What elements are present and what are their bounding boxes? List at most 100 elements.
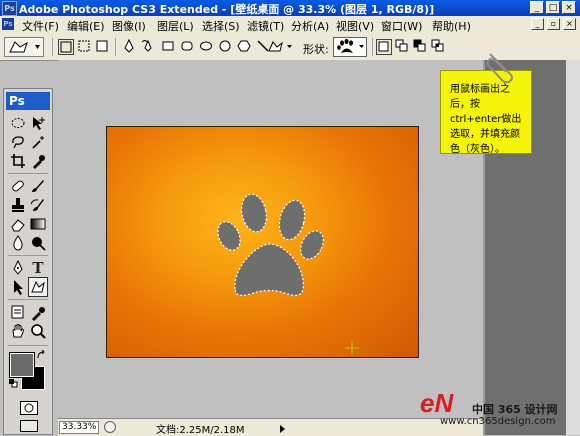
menu-select[interactable]: 选择(S) — [202, 18, 240, 34]
healing-brush-tool[interactable] — [9, 177, 27, 195]
polygon-shape-button[interactable] — [236, 39, 252, 55]
separator — [8, 255, 48, 256]
menu-window[interactable]: 窗口(W) — [381, 18, 422, 34]
menu-image[interactable]: 图像(I) — [112, 18, 146, 34]
rectangle-tool-button[interactable] — [160, 39, 176, 55]
hexagon-icon — [237, 40, 251, 52]
menu-file[interactable]: 文件(F) — [22, 18, 59, 34]
default-colors-icon[interactable] — [9, 378, 18, 388]
blur-tool[interactable] — [9, 234, 27, 252]
menu-view[interactable]: 视图(V) — [336, 18, 374, 34]
polygon-tool-button[interactable] — [217, 39, 233, 55]
crosshair-cursor-icon — [345, 341, 359, 355]
paths-icon — [78, 40, 90, 52]
move-tool[interactable] — [29, 114, 47, 132]
arrow-icon — [14, 280, 23, 295]
hand-tool[interactable] — [9, 322, 27, 340]
path-selection-tool[interactable] — [9, 278, 27, 296]
subtract-area-icon — [413, 39, 426, 52]
rounded-rectangle-button[interactable] — [179, 39, 195, 55]
panel-scroll-strip[interactable] — [566, 60, 580, 435]
move-icon — [33, 117, 45, 130]
fill-pixels-icon — [96, 40, 108, 52]
lasso-icon — [12, 136, 24, 149]
separator — [8, 345, 48, 346]
stamp-icon — [12, 198, 24, 212]
ellipse-icon — [200, 41, 212, 51]
pen-tool[interactable] — [9, 259, 27, 277]
new-shape-area-button[interactable] — [376, 39, 392, 55]
freeform-pen-icon — [141, 39, 152, 52]
doc-minimize-button[interactable]: _ — [531, 18, 544, 30]
new-area-icon — [378, 41, 389, 52]
intersect-shape-area-button[interactable] — [430, 39, 446, 55]
notes-tool[interactable] — [9, 303, 27, 321]
swap-colors-icon[interactable] — [36, 349, 46, 360]
brush-tool[interactable] — [29, 177, 47, 195]
history-brush-icon — [30, 199, 44, 211]
type-tool[interactable]: T — [29, 259, 47, 277]
dodge-tool[interactable] — [29, 234, 47, 252]
paw-selection — [217, 193, 359, 355]
custom-shape-button[interactable] — [266, 39, 294, 55]
menu-bar: Ps 文件(F) 编辑(E) 图像(I) 图层(L) 选择(S) 滤镜(T) 分… — [0, 16, 580, 35]
eyedropper-icon — [33, 155, 45, 169]
magic-wand-tool[interactable] — [29, 133, 47, 151]
status-menu-icon[interactable] — [104, 421, 116, 433]
watermark-url: www.cn365design.com — [440, 416, 556, 427]
ellipse-tool-button[interactable] — [198, 39, 214, 55]
doc-restore-button[interactable]: ▫ — [547, 18, 560, 30]
paths-button[interactable] — [76, 39, 92, 55]
toolbox: Ps T — [3, 88, 53, 435]
close-button[interactable]: × — [562, 1, 576, 14]
marquee-tool[interactable] — [9, 114, 27, 132]
status-arrow-icon[interactable] — [278, 423, 286, 433]
separator — [52, 38, 53, 56]
paw-print-icon — [337, 38, 364, 53]
pen-icon — [124, 38, 134, 53]
gradient-tool[interactable] — [29, 215, 47, 233]
paperclip-icon — [486, 53, 513, 84]
menu-layer[interactable]: 图层(L) — [157, 18, 194, 34]
menu-analysis[interactable]: 分析(A) — [291, 18, 329, 34]
window-title: Adobe Photoshop CS3 Extended - [壁纸桌面 @ 3… — [19, 3, 435, 16]
separator — [8, 173, 48, 174]
zoom-field[interactable]: 33.33% — [59, 421, 99, 434]
screen-mode-button[interactable] — [20, 420, 38, 432]
canvas-image[interactable] — [106, 126, 419, 358]
add-area-icon — [395, 39, 408, 52]
note-icon — [11, 305, 24, 319]
zoom-tool[interactable] — [29, 322, 47, 340]
slice-tool[interactable] — [29, 152, 47, 170]
shape-picker[interactable] — [333, 37, 367, 57]
quick-mask-button[interactable] — [20, 401, 38, 415]
crop-tool[interactable] — [9, 152, 27, 170]
menu-help[interactable]: 帮助(H) — [432, 18, 471, 34]
doc-close-button[interactable]: × — [563, 18, 576, 30]
history-brush-tool[interactable] — [29, 196, 47, 214]
add-shape-area-button[interactable] — [394, 39, 410, 55]
clone-stamp-tool[interactable] — [9, 196, 27, 214]
bandage-icon — [12, 180, 24, 192]
watermark-site-name: 中国 365 设计网 — [472, 403, 558, 416]
minimize-button[interactable]: _ — [530, 1, 544, 14]
menu-edit[interactable]: 编辑(E) — [67, 18, 105, 34]
photoshop-logo-icon: Ps — [2, 1, 17, 16]
separator — [115, 38, 116, 56]
fill-pixels-button[interactable] — [94, 39, 110, 55]
document-ps-icon: Ps — [2, 18, 14, 30]
freeform-pen-button[interactable] — [140, 39, 156, 55]
eraser-tool[interactable] — [9, 215, 27, 233]
menu-filter[interactable]: 滤镜(T) — [247, 18, 284, 34]
lasso-tool[interactable] — [9, 133, 27, 151]
foreground-color-swatch[interactable] — [9, 352, 35, 378]
custom-shape-tool[interactable] — [28, 277, 48, 297]
pen-tool-button[interactable] — [121, 38, 137, 55]
subtract-shape-area-button[interactable] — [412, 39, 428, 55]
shape-layers-button[interactable] — [58, 39, 74, 55]
rounded-rectangle-icon — [181, 41, 193, 51]
polygon-icon — [219, 40, 231, 52]
eyedropper-tool[interactable] — [29, 303, 47, 321]
maximize-button[interactable]: □ — [546, 1, 560, 14]
tool-preset-picker[interactable] — [4, 37, 44, 57]
